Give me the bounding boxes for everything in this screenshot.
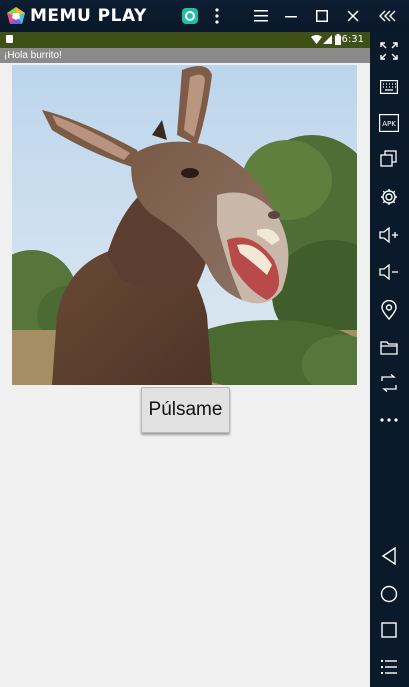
more-dots-icon[interactable]	[378, 409, 400, 431]
svg-text:APK: APK	[382, 120, 396, 128]
multi-window-icon[interactable]	[378, 148, 400, 170]
close-icon[interactable]	[343, 6, 363, 26]
wifi-icon	[311, 35, 322, 44]
emulator-titlebar: MEMU PLAY	[0, 0, 409, 32]
maximize-icon[interactable]	[312, 6, 332, 26]
settings-gear-icon[interactable]	[378, 186, 400, 208]
signal-icon	[323, 35, 332, 44]
menu-lines-icon[interactable]	[378, 656, 400, 678]
donkey-photo	[12, 65, 357, 385]
apk-icon[interactable]: APK	[378, 112, 400, 134]
app-title: ¡Hola burrito!	[4, 50, 62, 61]
debug-notification-icon	[6, 35, 13, 43]
minimize-icon[interactable]	[281, 6, 301, 26]
expand-arrows-icon[interactable]	[378, 40, 400, 62]
folder-icon[interactable]	[378, 336, 400, 358]
back-triangle-icon[interactable]	[378, 545, 400, 567]
collapse-sidebar-icon[interactable]	[378, 6, 398, 26]
brand-label: MEMU PLAY	[30, 6, 147, 26]
battery-icon	[335, 34, 341, 45]
memu-logo-icon	[7, 7, 25, 24]
location-pin-icon[interactable]	[378, 299, 400, 321]
vertical-dots-icon[interactable]	[207, 6, 227, 26]
volume-up-icon[interactable]	[378, 224, 400, 246]
hamburger-menu-icon[interactable]	[251, 6, 271, 26]
status-bar: 6:31	[0, 32, 370, 48]
recents-square-icon[interactable]	[378, 619, 400, 641]
home-circle-icon[interactable]	[378, 583, 400, 605]
rotate-icon[interactable]	[378, 372, 400, 394]
keyboard-icon[interactable]	[378, 76, 400, 98]
press-me-button[interactable]: Púlsame	[141, 387, 230, 433]
emulator-toolbar: APK	[370, 32, 409, 687]
android-screen: 6:31 ¡Hola burrito! Púlsame	[0, 32, 370, 687]
action-bar: ¡Hola burrito!	[0, 48, 370, 63]
app-center-icon[interactable]	[180, 6, 200, 26]
volume-down-icon[interactable]	[378, 261, 400, 283]
status-time: 6:31	[341, 34, 364, 45]
